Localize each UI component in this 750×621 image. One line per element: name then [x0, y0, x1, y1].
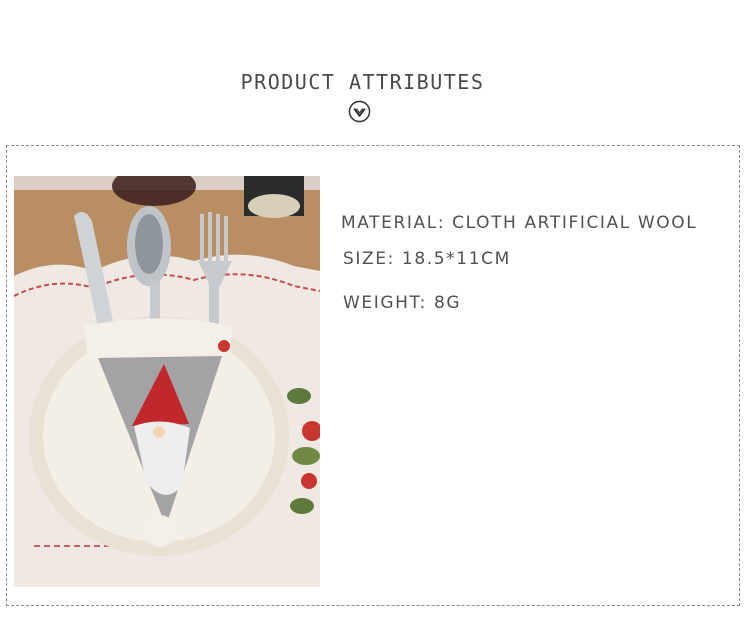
attribute-size: SIZE: 18.5*11CM	[343, 249, 511, 269]
attribute-weight: WEIGHT: 8G	[343, 293, 462, 313]
chevron-down-circle-icon	[348, 100, 371, 123]
attribute-material: MATERIAL: CLOTH ARTIFICIAL WOOL	[341, 213, 698, 233]
product-photo	[14, 176, 320, 587]
section-title: PRODUCT ATTRIBUTES	[240, 70, 485, 94]
